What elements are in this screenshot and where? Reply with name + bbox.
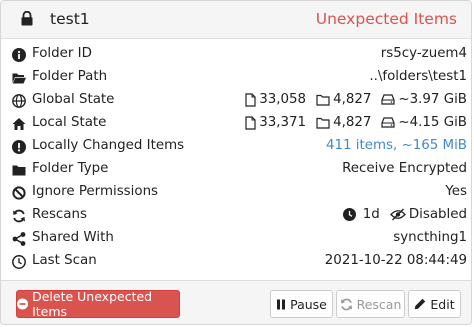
row-global-state: Global State 33,058 4,827 ~3.97 GiB [1,90,471,113]
folder-path-value: ..\folders\test1 [369,69,467,84]
rescan-label: Rescan [356,296,402,312]
row-rescans: Rescans 1d Disabled [1,205,471,228]
eye-slash-icon [389,208,406,221]
folder-name: test1 [50,10,90,28]
refresh-icon [13,209,25,223]
folder-outline-icon [316,94,330,106]
rescan-interval-value: 1d [362,207,380,222]
fs-watcher-value: Disabled [408,207,467,222]
folder-outline-icon [316,117,330,129]
row-locally-changed: Locally Changed Items 411 items, ~165 Mi… [1,136,471,159]
global-size-value: ~3.97 GiB [398,92,467,107]
folder-icon [12,165,26,176]
ignore-permissions-value: Yes [445,184,467,199]
locally-changed-label: Locally Changed Items [32,138,185,153]
delete-unexpected-items-button[interactable]: Delete Unexpected Items [16,289,180,319]
rescans-label: Rescans [32,207,87,222]
global-dirs-count: 4,827 [333,92,372,107]
edit-button[interactable]: Edit [408,290,461,318]
global-state-value: 33,058 4,827 ~3.97 GiB [235,92,467,107]
file-icon [245,115,256,130]
last-scan-value: 2021-10-22 08:44:49 [324,253,467,268]
row-ignore-permissions: Ignore Permissions Yes [1,182,471,205]
folder-id-value: rs5cy-zuem4 [380,46,467,61]
delete-unexpected-items-label: Delete Unexpected Items [32,289,153,319]
share-icon [12,232,26,246]
global-dirs: 4,827 [316,92,371,107]
minus-circle-icon [17,298,29,310]
global-files-count: 33,058 [259,92,307,107]
row-folder-type: Folder Type Receive Encrypted [1,159,471,182]
folder-panel-header[interactable]: test1 Unexpected Items [1,1,471,39]
global-state-label: Global State [32,92,115,107]
exclamation-circle-icon [12,140,26,154]
folder-path-label: Folder Path [32,69,108,84]
folder-open-icon [12,73,26,84]
file-icon [245,92,256,107]
locally-changed-link[interactable]: 411 items, ~165 MiB [326,138,467,153]
edit-label: Edit [430,296,455,312]
row-shared-with: Shared With syncthing1 [1,228,471,251]
ignore-permissions-label: Ignore Permissions [32,184,159,199]
local-size: ~4.15 GiB [381,115,467,130]
shared-with-value: syncthing1 [393,230,467,245]
ban-icon [12,186,26,200]
local-files: 33,371 [245,115,306,130]
clock-icon [342,208,356,221]
pause-icon [277,299,286,309]
row-last-scan: Last Scan 2021-10-22 08:44:49 [1,251,471,274]
pause-label: Pause [290,296,327,312]
refresh-icon [340,298,352,310]
global-files: 33,058 [245,92,306,107]
rescan-interval: 1d [342,207,380,222]
home-icon [12,118,26,130]
global-size: ~3.97 GiB [381,92,467,107]
hdd-icon [381,94,396,105]
row-folder-id: Folder ID rs5cy-zuem4 [1,44,471,67]
info-circle-icon [12,48,26,62]
fs-watcher: Disabled [389,207,467,222]
folder-id-label: Folder ID [32,46,92,61]
local-size-value: ~4.15 GiB [398,115,467,130]
lock-icon [21,11,33,26]
local-dirs-count: 4,827 [333,115,372,130]
last-scan-label: Last Scan [32,253,97,268]
clock-icon [12,255,26,269]
row-folder-path: Folder Path ..\folders\test1 [1,67,471,90]
shared-with-label: Shared With [32,230,114,245]
local-dirs: 4,827 [316,115,371,130]
local-files-count: 33,371 [259,115,307,130]
local-state-label: Local State [32,115,107,130]
folder-panel-footer: Delete Unexpected Items Pause Rescan Edi… [1,280,471,324]
folder-panel: test1 Unexpected Items Folder ID rs5cy-z… [0,0,472,325]
row-local-state: Local State 33,371 4,827 ~4.15 GiB [1,113,471,136]
folder-type-label: Folder Type [32,161,109,176]
folder-type-value: Receive Encrypted [342,161,467,176]
pause-button[interactable]: Pause [270,290,333,318]
folder-status: Unexpected Items [315,10,457,28]
rescans-value: 1d Disabled [333,207,467,222]
hdd-icon [381,117,396,128]
globe-icon [12,94,26,108]
rescan-button[interactable]: Rescan [336,290,405,318]
pencil-icon [415,298,426,310]
local-state-value: 33,371 4,827 ~4.15 GiB [235,115,467,130]
